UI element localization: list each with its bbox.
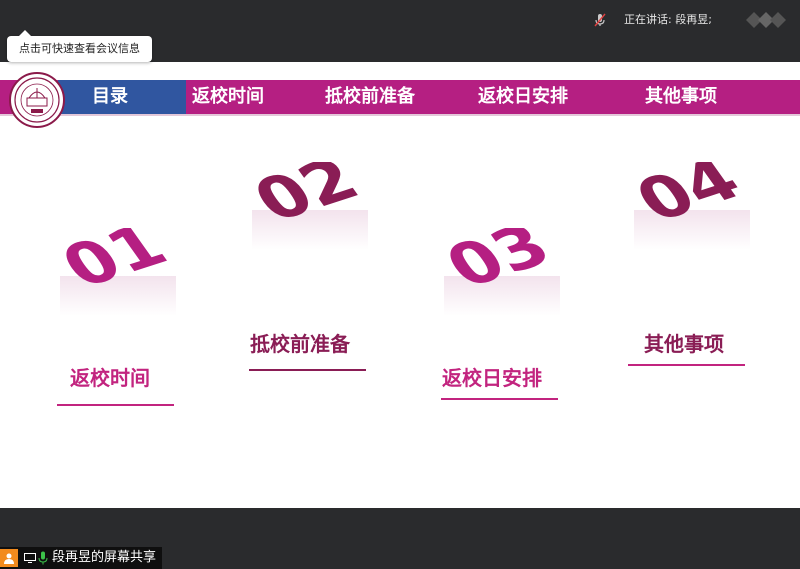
tooltip-text: 点击可快速查看会议信息	[19, 42, 140, 55]
university-logo	[9, 72, 65, 128]
section-title-02: 抵校前准备	[250, 332, 350, 356]
nav-item-preparation: 抵校前准备	[325, 86, 415, 107]
section-number-01: 01	[52, 228, 180, 316]
screen-share-icon	[24, 553, 36, 563]
section-underline	[57, 404, 174, 406]
shared-slide: 目录 返校时间 抵校前准备 返校日安排 其他事项 01 返校时间 02 抵校前准…	[0, 62, 800, 508]
mic-icon	[38, 551, 48, 565]
nav-item-return-time: 返校时间	[192, 86, 264, 107]
section-title-01: 返校时间	[70, 366, 150, 390]
section-title-03: 返校日安排	[442, 366, 542, 390]
meeting-logo-icon	[746, 12, 786, 28]
section-title-04: 其他事项	[644, 332, 724, 356]
section-underline	[249, 369, 366, 371]
nav-item-other: 其他事项	[645, 86, 717, 107]
user-icon	[0, 549, 18, 567]
nav-title: 目录	[92, 86, 128, 107]
section-underline	[441, 398, 558, 400]
section-underline	[628, 364, 745, 366]
speaking-indicator: 正在讲话: 段再昱;	[624, 13, 712, 26]
share-label-text: 段再昱的屏幕共享	[52, 550, 157, 565]
section-number-02: 02	[244, 162, 372, 250]
slide-nav-bar: 目录 返校时间 抵校前准备 返校日安排 其他事项	[0, 80, 800, 116]
screen-share-label[interactable]: 段再昱的屏幕共享	[0, 547, 163, 569]
nav-shadow	[0, 114, 800, 116]
nav-item-return-day: 返校日安排	[478, 86, 568, 107]
section-number-03: 03	[436, 228, 564, 316]
microphone-speaking-icon	[594, 13, 606, 27]
university-emblem-icon	[14, 77, 60, 123]
section-number-04: 04	[626, 162, 754, 250]
meeting-info-tooltip[interactable]: 点击可快速查看会议信息	[7, 30, 152, 62]
